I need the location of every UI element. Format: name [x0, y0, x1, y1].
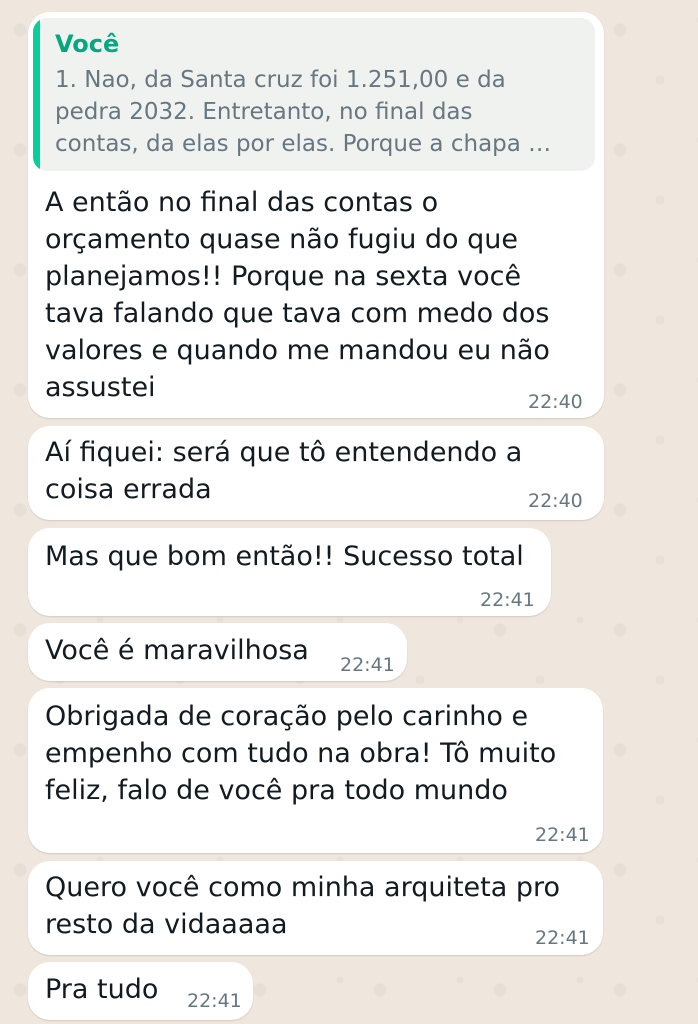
message-time: 22:40 — [528, 391, 583, 413]
quote-author: Você — [55, 30, 120, 58]
message-text: Pra tudo — [45, 974, 159, 1005]
message-bubble[interactable]: Obrigada de coração pelo carinho e empen… — [28, 688, 603, 853]
message-time: 22:40 — [528, 490, 583, 512]
quote-accent-bar — [33, 18, 40, 171]
message-bubble[interactable]: Pra tudo 22:41 — [28, 962, 253, 1020]
message-text: Mas que bom então!! Sucesso total — [45, 541, 524, 572]
message-text: Obrigada de coração pelo carinho e empen… — [45, 701, 557, 806]
message-time: 22:41 — [535, 824, 590, 846]
message-bubble[interactable]: Mas que bom então!! Sucesso total 22:41 — [28, 528, 551, 616]
message-bubble[interactable]: Você 1. Nao, da Santa cruz foi 1.251,00 … — [28, 12, 604, 418]
message-text: Aí fiquei: será que tô entendendo a cois… — [45, 437, 523, 505]
message-time: 22:41 — [340, 654, 395, 676]
message-bubble[interactable]: Aí fiquei: será que tô entendendo a cois… — [28, 426, 604, 520]
message-bubble[interactable]: Quero você como minha arquiteta pro rest… — [28, 861, 603, 955]
message-text: Você é maravilhosa — [45, 635, 309, 666]
message-time: 22:41 — [535, 927, 590, 949]
message-text: A então no final das contas o orçamento … — [45, 187, 550, 403]
quoted-reply[interactable]: Você 1. Nao, da Santa cruz foi 1.251,00 … — [33, 18, 595, 171]
message-list[interactable]: Você 1. Nao, da Santa cruz foi 1.251,00 … — [0, 0, 698, 1024]
message-time: 22:41 — [480, 589, 535, 611]
message-bubble[interactable]: Você é maravilhosa 22:41 — [28, 623, 407, 681]
quote-text: 1. Nao, da Santa cruz foi 1.251,00 e da … — [55, 67, 552, 157]
message-text: Quero você como minha arquiteta pro rest… — [45, 872, 561, 940]
message-time: 22:41 — [187, 990, 242, 1012]
